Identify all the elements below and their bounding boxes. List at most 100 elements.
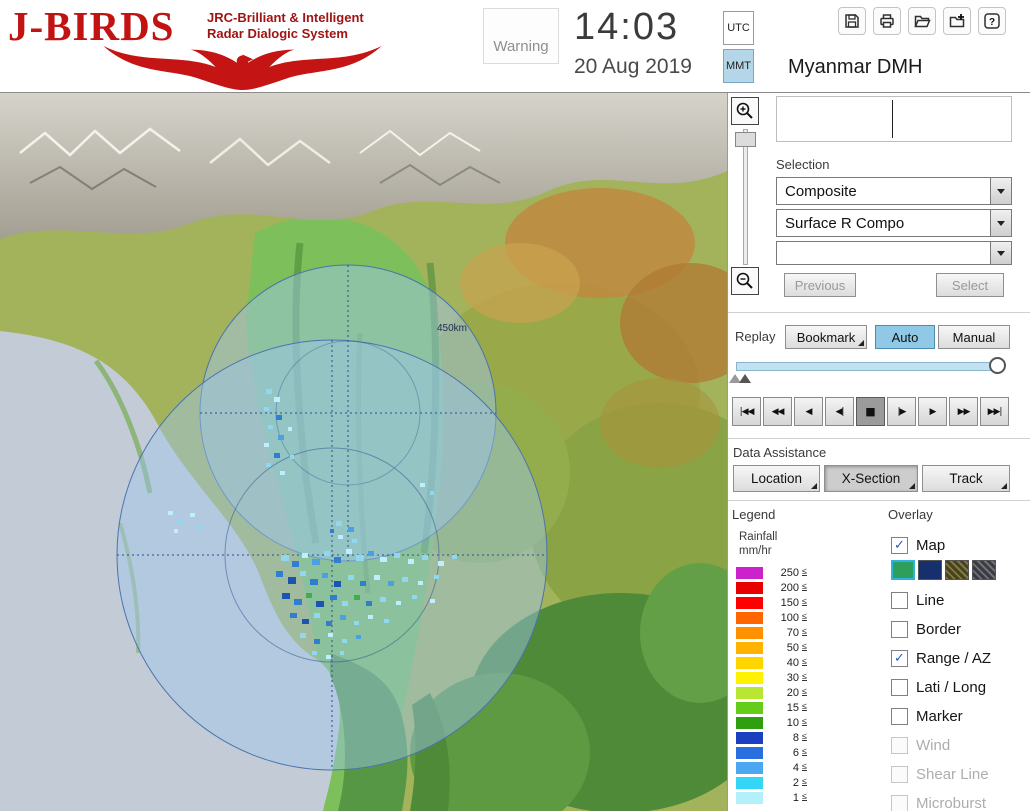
warning-label: Warning bbox=[493, 38, 549, 55]
eagle-logo-icon bbox=[103, 45, 382, 90]
auto-mode-button[interactable]: Auto bbox=[875, 325, 935, 349]
previous-button[interactable]: Previous bbox=[784, 273, 856, 297]
zoom-slider[interactable] bbox=[743, 129, 748, 265]
overlay-item-lati-long[interactable]: Lati / Long bbox=[891, 676, 986, 698]
extra-dropdown[interactable] bbox=[776, 241, 1012, 265]
overlay-item-label: Lati / Long bbox=[916, 678, 987, 696]
import-button[interactable] bbox=[943, 7, 971, 35]
legend-lte-symbol: ≤ bbox=[802, 580, 807, 591]
app-logo-subtitle: JRC-Brilliant & Intelligent Radar Dialog… bbox=[207, 10, 364, 42]
manual-mode-button[interactable]: Manual bbox=[938, 325, 1010, 349]
legend-row: 200 ≤ bbox=[736, 580, 886, 595]
header-bar: J-BIRDS JRC-Brilliant & Intelligent Rada… bbox=[0, 0, 1030, 93]
legend-row: 70 ≤ bbox=[736, 625, 886, 640]
legend-value: 250 bbox=[780, 566, 799, 579]
border-checkbox[interactable] bbox=[891, 620, 908, 638]
control-panel: Selection Composite Surface R Compo Prev… bbox=[727, 93, 1030, 811]
toolbar: ? bbox=[838, 7, 1006, 35]
legend-color-swatch bbox=[736, 761, 763, 774]
map-checkbox[interactable]: ✓ bbox=[891, 536, 908, 554]
legend-lte-symbol: ≤ bbox=[802, 775, 807, 786]
step-back-button[interactable]: ◀| bbox=[825, 397, 854, 426]
timeline-position-marker[interactable] bbox=[739, 374, 751, 383]
forward-to-end-button[interactable]: ▶▶| bbox=[980, 397, 1009, 426]
step-forward-button[interactable]: |▶ bbox=[887, 397, 916, 426]
fast-rewind-button[interactable]: ◀◀ bbox=[763, 397, 792, 426]
legend-color-swatch bbox=[736, 641, 763, 654]
legend-title: Legend bbox=[732, 507, 776, 522]
legend-lte-symbol: ≤ bbox=[802, 730, 807, 741]
timeline-thumb[interactable] bbox=[989, 357, 1006, 374]
legend-value: 200 bbox=[780, 581, 799, 594]
warning-status: Warning bbox=[483, 8, 559, 64]
section-divider bbox=[728, 312, 1030, 313]
overlay-item-line[interactable]: Line bbox=[891, 589, 944, 611]
mmt-button[interactable]: MMT bbox=[723, 49, 754, 83]
selection-label: Selection bbox=[776, 157, 830, 172]
legend-lte-symbol: ≤ bbox=[802, 745, 807, 756]
print-button[interactable] bbox=[873, 7, 901, 35]
map-style-swatch-olive[interactable] bbox=[945, 560, 969, 580]
map-style-swatch-green[interactable] bbox=[891, 560, 915, 580]
composite-dropdown[interactable]: Composite bbox=[776, 177, 1012, 205]
play-button[interactable]: ▶ bbox=[918, 397, 947, 426]
line-checkbox[interactable] bbox=[891, 591, 908, 609]
legend-color-swatch bbox=[736, 626, 763, 639]
overlay-item-label: Marker bbox=[916, 707, 963, 725]
overlay-item-border[interactable]: Border bbox=[891, 618, 961, 640]
chevron-down-icon[interactable] bbox=[990, 178, 1011, 204]
utc-button[interactable]: UTC bbox=[723, 11, 754, 45]
legend-color-swatch bbox=[736, 671, 763, 684]
xsection-button[interactable]: X-Section bbox=[824, 465, 918, 492]
legend-lte-symbol: ≤ bbox=[802, 565, 807, 576]
help-button[interactable]: ? bbox=[978, 7, 1006, 35]
replay-timeline[interactable] bbox=[736, 362, 1004, 371]
legend-value: 150 bbox=[780, 596, 799, 609]
legend-scale: 250 ≤ 200 ≤ 150 ≤ 100 ≤ 70 ≤ 50 ≤ 40 ≤ 30 ≤ 20 ≤ … bbox=[736, 565, 886, 805]
overlay-item-label: Map bbox=[916, 536, 946, 554]
range-az-checkbox[interactable]: ✓ bbox=[891, 649, 908, 667]
legend-row: 150 ≤ bbox=[736, 595, 886, 610]
legend-row: 8 ≤ bbox=[736, 730, 886, 745]
overlay-item-microburst: Microburst bbox=[891, 792, 986, 811]
location-button[interactable]: Location bbox=[733, 465, 820, 492]
track-button[interactable]: Track bbox=[922, 465, 1010, 492]
overlay-item-wind: Wind bbox=[891, 734, 950, 756]
overlay-item-marker[interactable]: Marker bbox=[891, 705, 963, 727]
marker-checkbox[interactable] bbox=[891, 707, 908, 725]
save-button[interactable] bbox=[838, 7, 866, 35]
app-root: J-BIRDS JRC-Brilliant & Intelligent Rada… bbox=[0, 0, 1030, 811]
zoom-slider-thumb[interactable] bbox=[735, 132, 756, 147]
rewind-to-start-button[interactable]: |◀◀ bbox=[732, 397, 761, 426]
shear-line-checkbox bbox=[891, 765, 908, 783]
clock-time: 14:03 bbox=[574, 6, 680, 48]
overlay-item-range-az[interactable]: ✓ Range / AZ bbox=[891, 647, 991, 669]
legend-value: 2 bbox=[792, 776, 799, 789]
zoom-out-button[interactable] bbox=[731, 267, 759, 295]
product-dropdown[interactable]: Surface R Compo bbox=[776, 209, 1012, 237]
map-style-swatch-navy[interactable] bbox=[918, 560, 942, 580]
open-file-button[interactable] bbox=[908, 7, 936, 35]
overlay-item-map[interactable]: ✓ Map bbox=[891, 534, 945, 556]
legend-row: 1 ≤ bbox=[736, 790, 886, 805]
map-style-swatch-gray[interactable] bbox=[972, 560, 996, 580]
fast-forward-button[interactable]: ▶▶ bbox=[949, 397, 978, 426]
overlay-item-label: Border bbox=[916, 620, 962, 638]
select-button[interactable]: Select bbox=[936, 273, 1004, 297]
svg-text:?: ? bbox=[989, 17, 995, 28]
legend-row: 4 ≤ bbox=[736, 760, 886, 775]
legend-row: 30 ≤ bbox=[736, 670, 886, 685]
legend-color-swatch bbox=[736, 566, 763, 579]
chevron-down-icon[interactable] bbox=[990, 210, 1011, 236]
radar-map[interactable]: 450km bbox=[0, 93, 727, 811]
zoom-in-button[interactable] bbox=[731, 97, 759, 125]
replay-label: Replay bbox=[735, 329, 776, 344]
play-reverse-button[interactable]: ◀ bbox=[794, 397, 823, 426]
stop-button[interactable]: ■ bbox=[856, 397, 885, 426]
microburst-checkbox bbox=[891, 794, 908, 811]
chevron-down-icon[interactable] bbox=[990, 242, 1011, 264]
legend-value: 40 bbox=[786, 656, 799, 669]
bookmark-button[interactable]: Bookmark bbox=[785, 325, 867, 349]
overlay-title: Overlay bbox=[888, 507, 933, 522]
lati-long-checkbox[interactable] bbox=[891, 678, 908, 696]
